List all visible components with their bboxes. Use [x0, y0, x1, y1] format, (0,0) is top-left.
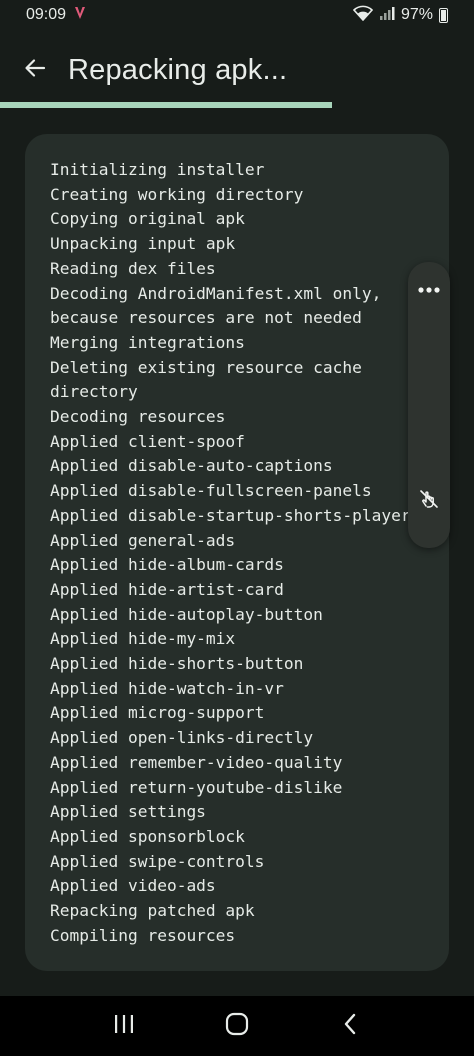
log-line: Applied hide-autoplay-button: [50, 604, 323, 624]
battery-percentage: 97%: [400, 6, 433, 23]
log-line: Reading dex files: [50, 258, 216, 278]
log-line: Applied settings: [50, 802, 206, 822]
log-line: Applied hide-my-mix: [50, 629, 236, 649]
log-line: directory: [50, 382, 138, 402]
app-bar: Repacking apk...: [0, 38, 474, 102]
battery-icon: [439, 7, 448, 23]
log-line: Applied hide-album-cards: [50, 555, 284, 575]
log-line: Applied general-ads: [50, 530, 236, 550]
status-time: 09:09: [26, 6, 67, 23]
log-line: Applied return-youtube-dislike: [50, 777, 343, 797]
log-line: Deleting existing resource cache: [50, 357, 362, 377]
home-button[interactable]: [212, 1001, 262, 1051]
log-line: Applied disable-startup-shorts-player: [50, 505, 411, 525]
log-line: Applied disable-auto-captions: [50, 456, 333, 476]
app-logo-icon: [74, 6, 86, 25]
back-icon: [342, 1012, 358, 1041]
log-line: Applied remember-video-quality: [50, 752, 343, 772]
log-line: Merging integrations: [50, 332, 245, 352]
log-line: Applied hide-artist-card: [50, 579, 284, 599]
log-card[interactable]: Initializing installer Creating working d…: [25, 134, 449, 971]
log-line: Applied microg-support: [50, 703, 265, 723]
log-line: because resources are not needed: [50, 308, 362, 328]
nav-back-button[interactable]: [325, 1001, 375, 1051]
more-button[interactable]: [408, 270, 450, 310]
log-list: Initializing installer Creating working d…: [50, 158, 449, 949]
log-line: Repacking patched apk: [50, 901, 255, 921]
status-bar: 09:09 97%: [0, 0, 474, 30]
signal-icon: [379, 6, 395, 25]
back-button[interactable]: [0, 38, 70, 102]
log-line: Applied swipe-controls: [50, 851, 265, 871]
progress-bar: [0, 102, 474, 108]
log-line: Applied sponsorblock: [50, 826, 245, 846]
log-line: Copying original apk: [50, 209, 245, 229]
log-line: Applied hide-shorts-button: [50, 654, 304, 674]
page-title: Repacking apk...: [68, 53, 288, 86]
log-line: Applied hide-watch-in-vr: [50, 678, 284, 698]
log-line: Applied client-spoof: [50, 431, 245, 451]
status-left: 09:09: [26, 6, 86, 25]
log-line: Compiling resources: [50, 925, 236, 945]
recents-button[interactable]: [99, 1001, 149, 1051]
arrow-back-icon: [23, 56, 47, 85]
log-line: Initializing installer: [50, 160, 265, 179]
progress-fill: [0, 102, 332, 108]
touch-off-button[interactable]: [408, 480, 450, 522]
more-horizontal-icon: [417, 281, 441, 299]
status-right: 97%: [352, 5, 448, 26]
log-line: Creating working directory: [50, 184, 304, 204]
touch-off-icon: [418, 488, 440, 515]
log-line: Applied open-links-directly: [50, 728, 314, 748]
wifi-icon: [352, 5, 374, 26]
recents-icon: [113, 1014, 135, 1039]
floating-panel[interactable]: [408, 262, 450, 548]
log-line: Decoding AndroidManifest.xml only,: [50, 283, 382, 303]
log-line: Applied disable-fullscreen-panels: [50, 481, 372, 501]
log-line: Decoding resources: [50, 407, 226, 427]
log-line: Applied video-ads: [50, 876, 216, 896]
log-line: Unpacking input apk: [50, 234, 236, 254]
home-icon: [225, 1012, 249, 1041]
navigation-bar: [0, 996, 474, 1056]
